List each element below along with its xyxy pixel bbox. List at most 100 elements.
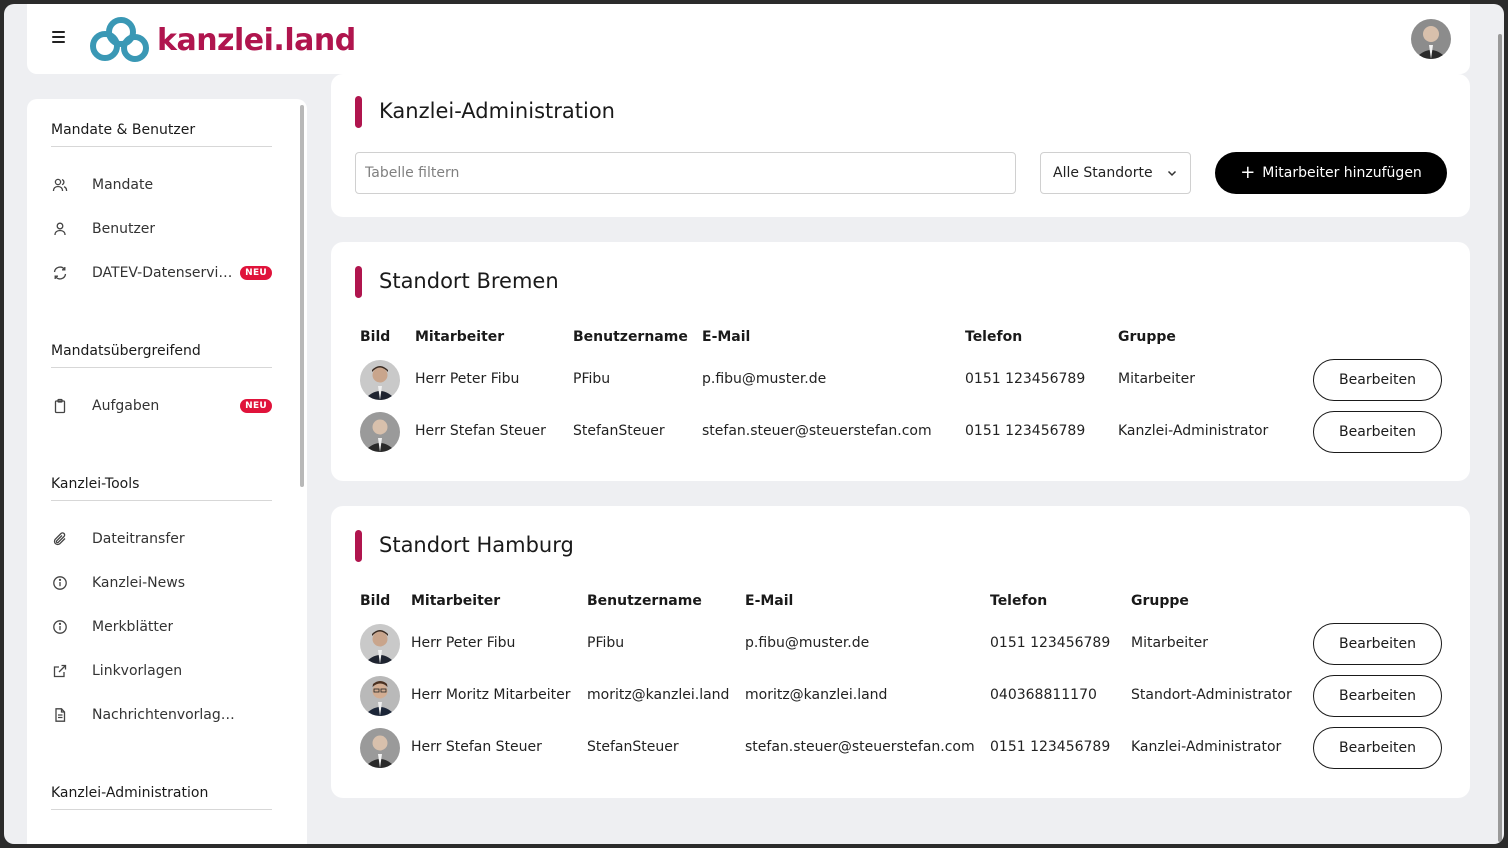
cell-phone: 0151 123456789 <box>965 371 1086 387</box>
cell-email: stefan.steuer@steuerstefan.com <box>702 423 932 439</box>
add-employee-label: Mitarbeiter hinzufügen <box>1262 165 1422 181</box>
column-header-gruppe: Gruppe <box>1131 593 1189 609</box>
column-header-bild: Bild <box>360 329 391 345</box>
top-bar: kanzlei.land <box>27 4 1470 74</box>
sidebar-item-label: Nachrichtenvorlagen <box>92 707 238 723</box>
sidebar-item-label: Dateitransfer <box>92 531 185 547</box>
edit-button[interactable]: Bearbeiten <box>1313 623 1442 665</box>
sync-icon <box>51 264 69 282</box>
cell-group: Standort-Administrator <box>1131 687 1292 703</box>
sidebar-item-nachrichtenvorlagen[interactable]: Nachrichtenvorlagen <box>51 701 272 729</box>
cell-phone: 0151 123456789 <box>990 739 1111 755</box>
users-icon <box>51 176 69 194</box>
sidebar-item-kanzlei-news[interactable]: Kanzlei-News <box>51 569 272 597</box>
menu-icon[interactable] <box>52 31 65 43</box>
document-icon <box>51 706 69 724</box>
sidebar-item-label: Merkblätter <box>92 619 174 635</box>
sidebar-item-aufgaben[interactable]: Aufgaben NEU <box>51 392 272 420</box>
user-avatar[interactable] <box>1411 19 1451 59</box>
column-header-bild: Bild <box>360 593 391 609</box>
brand-name: kanzlei.land <box>157 22 356 58</box>
sidebar-item-label: Kanzlei-News <box>92 575 186 591</box>
info-icon <box>51 574 69 592</box>
cell-email: moritz@kanzlei.land <box>745 687 888 703</box>
column-header-telefon: Telefon <box>990 593 1048 609</box>
sidebar-item-dateitransfer[interactable]: Dateitransfer <box>51 525 272 553</box>
sidebar-item-label: Benutzer <box>92 221 156 237</box>
location-select[interactable]: Alle Standorte <box>1040 152 1191 194</box>
sidebar-item-merkblaetter[interactable]: Merkblätter <box>51 613 272 641</box>
cell-phone: 040368811170 <box>990 687 1097 703</box>
cell-username: StefanSteuer <box>573 423 665 439</box>
user-icon <box>51 220 69 238</box>
plus-icon: + <box>1240 162 1256 183</box>
cell-group: Kanzlei-Administrator <box>1131 739 1282 755</box>
location-select-value: Alle Standorte <box>1053 165 1153 181</box>
column-header-email: E-Mail <box>745 593 794 609</box>
cell-name: Herr Moritz Mitarbeiter <box>411 687 571 703</box>
brand-logo[interactable]: kanzlei.land <box>89 14 356 66</box>
external-link-icon <box>51 662 69 680</box>
avatar <box>360 360 400 400</box>
avatar <box>360 412 400 452</box>
sidebar-section-title: Mandatsübergreifend <box>51 343 272 368</box>
cell-name: Herr Stefan Steuer <box>415 423 546 439</box>
sidebar-item-label: Linkvorlagen <box>92 663 183 679</box>
avatar <box>360 624 400 664</box>
paperclip-icon <box>51 530 69 548</box>
new-badge: NEU <box>240 399 272 413</box>
cell-group: Mitarbeiter <box>1131 635 1209 651</box>
cell-username: StefanSteuer <box>587 739 679 755</box>
cell-username: moritz@kanzlei.land <box>587 687 730 703</box>
sidebar-item-label: Mandate <box>92 177 154 193</box>
sidebar-section-title: Mandate & Benutzer <box>51 122 272 147</box>
location-title: Standort Hamburg <box>355 530 574 562</box>
sidebar-section-title: Kanzlei-Administration <box>51 785 272 810</box>
cell-name: Herr Peter Fibu <box>415 371 520 387</box>
cell-group: Kanzlei-Administrator <box>1118 423 1269 439</box>
avatar <box>360 728 400 768</box>
location-title: Standort Bremen <box>355 266 559 298</box>
window-scrollbar[interactable] <box>1498 34 1502 842</box>
cell-email: p.fibu@muster.de <box>745 635 870 651</box>
chevron-down-icon <box>1166 167 1178 183</box>
cell-email: stefan.steuer@steuerstefan.com <box>745 739 975 755</box>
add-employee-button[interactable]: + Mitarbeiter hinzufügen <box>1215 152 1447 194</box>
app-window: kanzlei.land Mandate & Benutzer Mandate … <box>4 4 1504 844</box>
sidebar-item-mandate[interactable]: Mandate <box>51 171 272 199</box>
page-title: Kanzlei-Administration <box>355 96 615 128</box>
column-header-gruppe: Gruppe <box>1118 329 1176 345</box>
cloud-logo-icon <box>90 17 149 62</box>
edit-button[interactable]: Bearbeiten <box>1313 727 1442 769</box>
edit-button[interactable]: Bearbeiten <box>1313 411 1442 453</box>
sidebar-item-linkvorlagen[interactable]: Linkvorlagen <box>51 657 272 685</box>
sidebar-item-label: Aufgaben <box>92 398 160 414</box>
sidebar-item-benutzer[interactable]: Benutzer <box>51 215 272 243</box>
edit-button[interactable]: Bearbeiten <box>1313 359 1442 401</box>
cell-phone: 0151 123456789 <box>990 635 1111 651</box>
cell-group: Mitarbeiter <box>1118 371 1196 387</box>
column-header-mitarbeiter: Mitarbeiter <box>415 329 505 345</box>
edit-button[interactable]: Bearbeiten <box>1313 675 1442 717</box>
sidebar-scrollbar[interactable] <box>300 105 304 487</box>
location-card-hamburg: Standort Hamburg Bild Mitarbeiter Benutz… <box>331 506 1470 798</box>
avatar <box>360 676 400 716</box>
cell-username: PFibu <box>587 635 625 651</box>
clipboard-icon <box>51 397 69 415</box>
sidebar-item-label: DATEV-Datenservice <box>92 265 234 281</box>
column-header-email: E-Mail <box>702 329 751 345</box>
cell-name: Herr Stefan Steuer <box>411 739 542 755</box>
location-card-bremen: Standort Bremen Bild Mitarbeiter Benutze… <box>331 242 1470 481</box>
column-header-benutzername: Benutzername <box>587 593 702 609</box>
column-header-telefon: Telefon <box>965 329 1023 345</box>
column-header-benutzername: Benutzername <box>573 329 688 345</box>
sidebar-item-datev[interactable]: DATEV-Datenservice NEU <box>51 259 272 287</box>
column-header-mitarbeiter: Mitarbeiter <box>411 593 501 609</box>
cell-email: p.fibu@muster.de <box>702 371 827 387</box>
cell-phone: 0151 123456789 <box>965 423 1086 439</box>
sidebar: Mandate & Benutzer Mandate Benutzer DATE… <box>27 99 307 844</box>
cell-name: Herr Peter Fibu <box>411 635 516 651</box>
info-icon <box>51 618 69 636</box>
table-filter-input[interactable] <box>355 152 1016 194</box>
new-badge: NEU <box>240 266 272 280</box>
